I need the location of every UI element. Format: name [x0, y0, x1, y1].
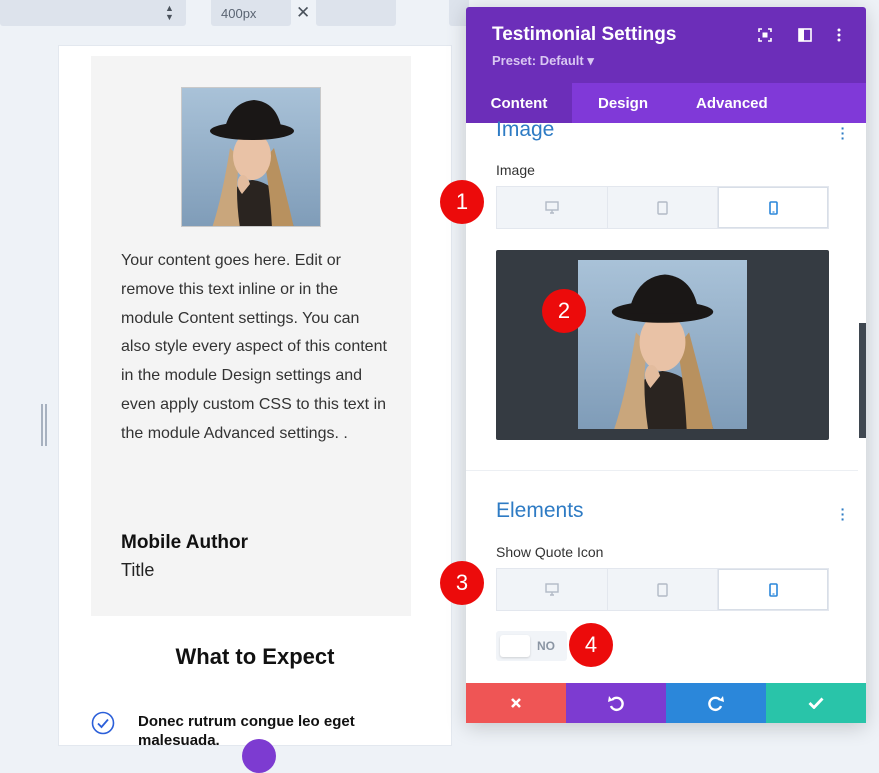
check-icon: [808, 697, 824, 709]
phone-icon: [769, 583, 778, 597]
callout-badge-1: 1: [440, 180, 484, 224]
uploaded-image: [578, 260, 747, 429]
redo-icon: [707, 694, 725, 712]
panel-title: Testimonial Settings: [492, 24, 676, 46]
desktop-icon: [545, 583, 559, 596]
portrait-image: [182, 88, 321, 227]
floating-action-dot[interactable]: [242, 739, 276, 773]
cancel-button[interactable]: [466, 683, 566, 723]
section-heading: What to Expect: [59, 644, 451, 670]
save-button[interactable]: [766, 683, 866, 723]
tab-content[interactable]: Content: [466, 83, 572, 123]
list-item: Donec rutrum congue leo eget malesuada.: [138, 712, 408, 750]
tablet-icon: [657, 583, 668, 597]
desktop-icon: [545, 201, 559, 214]
portrait-image-preview: [578, 260, 747, 429]
testimonial-portrait: [181, 87, 321, 227]
phone-view-button[interactable]: [718, 569, 828, 610]
check-circle-icon: [91, 711, 115, 735]
panel-scrollbar[interactable]: [859, 323, 866, 438]
close-icon: [510, 697, 522, 709]
width-input[interactable]: 400px: [211, 0, 291, 26]
image-device-tabs: [496, 186, 829, 229]
toolbar-select[interactable]: [0, 0, 186, 26]
callout-badge-2: 2: [542, 289, 586, 333]
toolbar-field[interactable]: [316, 0, 396, 26]
select-arrows-icon: ▲▼: [165, 4, 174, 22]
desktop-view-button[interactable]: [497, 187, 608, 228]
elements-options-icon[interactable]: ···: [840, 507, 846, 522]
author-name: Mobile Author: [121, 532, 248, 554]
phone-view-button[interactable]: [718, 187, 828, 228]
more-options-icon[interactable]: [831, 27, 849, 45]
section-options-icon[interactable]: ···: [840, 126, 846, 141]
image-section-title[interactable]: Image: [496, 118, 554, 142]
tablet-view-button[interactable]: [608, 569, 719, 610]
callout-badge-3: 3: [440, 561, 484, 605]
preset-dropdown[interactable]: Preset: Default ▾: [492, 53, 594, 69]
desktop-view-button[interactable]: [497, 569, 608, 610]
phone-icon: [769, 201, 778, 215]
tab-advanced[interactable]: Advanced: [696, 83, 768, 123]
callout-badge-4: 4: [569, 623, 613, 667]
toggle-knob[interactable]: [500, 635, 530, 657]
undo-button[interactable]: [566, 683, 666, 723]
author-title: Title: [121, 560, 154, 581]
redo-button[interactable]: [666, 683, 766, 723]
toggle-value: NO: [537, 639, 555, 653]
elements-section-title[interactable]: Elements: [496, 499, 584, 523]
tablet-view-button[interactable]: [608, 187, 719, 228]
section-divider: [466, 470, 858, 471]
testimonial-text: Your content goes here. Edit or remove t…: [121, 247, 391, 449]
tab-design[interactable]: Design: [598, 83, 648, 123]
resize-handle[interactable]: [41, 404, 47, 446]
tablet-icon: [657, 201, 668, 215]
split-view-icon[interactable]: [797, 27, 815, 45]
image-field-label: Image: [496, 162, 535, 178]
fullscreen-icon[interactable]: [757, 27, 775, 45]
undo-icon: [607, 694, 625, 712]
width-value: 400px: [221, 6, 256, 21]
quote-icon-field-label: Show Quote Icon: [496, 544, 603, 560]
quote-device-tabs: [496, 568, 829, 611]
close-icon[interactable]: ✕: [296, 3, 310, 23]
